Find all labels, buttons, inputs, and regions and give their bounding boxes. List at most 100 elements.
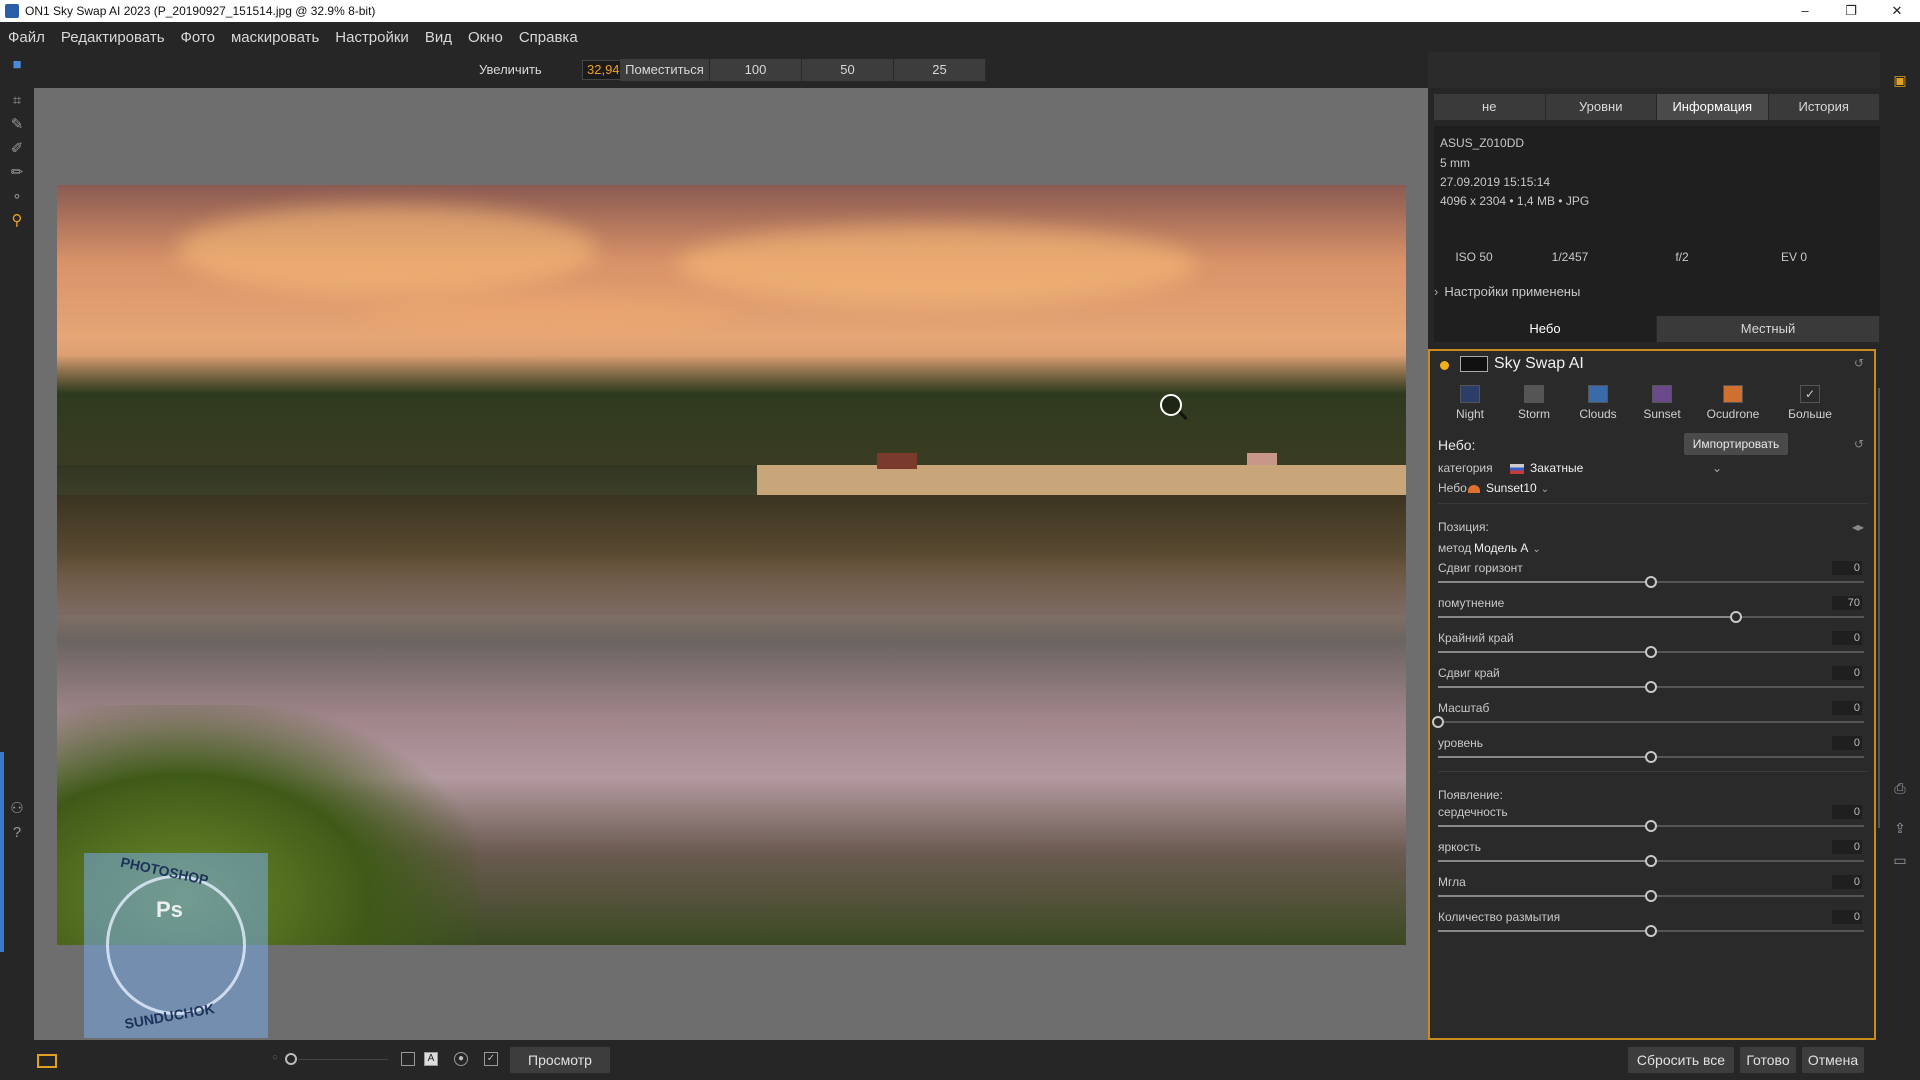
overlay-icon[interactable]: ● [454,1052,468,1066]
slider-value[interactable]: 0 [1832,561,1862,575]
small-brush-icon[interactable]: ○ [268,1052,282,1066]
slider-value[interactable]: 70 [1832,596,1862,610]
category-select[interactable]: Закатные [1510,461,1583,475]
minimize-button[interactable]: – [1782,0,1828,22]
position-slider-2[interactable]: Крайний край 0 [1438,631,1868,666]
zoom-100-button[interactable]: 100 [710,59,802,81]
help-icon[interactable]: ? [8,824,26,842]
slider-knob[interactable] [1645,855,1657,867]
retouch-tool-icon[interactable]: ∘ [8,188,26,206]
user-icon[interactable]: ⚇ [8,800,26,818]
close-button[interactable]: ✕ [1874,0,1920,22]
done-button[interactable]: Готово [1740,1047,1796,1073]
tab-history[interactable]: История [1768,94,1880,120]
zoom-tool-icon[interactable]: ⚲ [8,212,26,230]
position-slider-5[interactable]: уровень 0 [1438,736,1868,771]
mask-brush-icon[interactable]: ✐ [8,140,26,158]
slider-knob[interactable] [1730,611,1743,623]
slider-knob[interactable] [1645,646,1657,658]
appearance-slider-2[interactable]: Мгла 0 [1438,875,1868,910]
brush-size-knob[interactable] [285,1053,297,1065]
slider-track[interactable] [1438,751,1864,763]
preset-clouds[interactable]: Clouds [1568,385,1628,421]
menu-edit[interactable]: Редактировать [53,29,173,46]
tab-local[interactable]: Местный [1657,316,1880,342]
menu-help[interactable]: Справка [511,29,586,46]
applied-settings-toggle[interactable]: › Настройки применены [1434,284,1880,308]
slider-track[interactable] [1438,925,1864,937]
slider-knob[interactable] [1645,925,1657,937]
slider-track[interactable] [1438,820,1864,832]
module-enabled-icon[interactable] [1440,361,1449,370]
panel-toggle-icon[interactable]: ▭ [1890,852,1910,870]
preset-sunset[interactable]: Sunset [1632,385,1692,421]
export-icon[interactable]: ⇪ [1890,820,1910,838]
menu-mask[interactable]: маскировать [223,29,327,46]
menu-window[interactable]: Окно [460,29,511,46]
menu-file[interactable]: Файл [0,29,53,46]
reset-all-button[interactable]: Сбросить все [1628,1047,1734,1073]
tab-sky[interactable]: Небо [1434,316,1657,342]
cancel-button[interactable]: Отмена [1802,1047,1864,1073]
slider-value[interactable]: 0 [1832,666,1862,680]
method-select[interactable]: Модель А ⌄ [1474,541,1541,555]
reset-icon[interactable]: ↺ [1854,356,1864,370]
auto-mask-button[interactable]: A [424,1052,438,1066]
slider-track[interactable] [1438,681,1864,693]
crop-tool-icon[interactable]: ⌗ [8,92,26,110]
slider-track[interactable] [1438,611,1864,623]
refine-brush-icon[interactable]: ✏ [8,164,26,182]
slider-knob[interactable] [1645,890,1657,902]
position-slider-1[interactable]: помутнение 70 [1438,596,1868,631]
tab-levels[interactable]: Уровни [1545,94,1657,120]
appearance-slider-0[interactable]: сердечность 0 [1438,805,1868,840]
slider-track[interactable] [1438,890,1864,902]
slider-knob[interactable] [1645,820,1657,832]
preset-storm[interactable]: Storm [1504,385,1564,421]
slider-value[interactable]: 0 [1832,736,1862,750]
photo-preview[interactable] [57,185,1406,945]
import-button[interactable]: Импортировать [1684,433,1788,455]
check-mask-icon[interactable]: ✓ [484,1052,498,1066]
slider-track[interactable] [1438,576,1864,588]
print-icon[interactable]: ⎙ [1890,780,1910,798]
compare-frame-icon[interactable] [37,1054,57,1068]
position-slider-0[interactable]: Сдвиг горизонт 0 [1438,561,1868,596]
slider-track[interactable] [1432,716,1864,728]
sky-reset-icon[interactable]: ↺ [1854,437,1864,451]
slider-value[interactable]: 0 [1832,875,1862,889]
sky-select[interactable]: Sunset10 ⌄ [1468,481,1549,495]
mask-view-icon[interactable] [401,1052,415,1066]
slider-value[interactable]: 0 [1832,910,1862,924]
slider-value[interactable]: 0 [1832,805,1862,819]
slider-value[interactable]: 0 [1832,701,1862,715]
zoom-25-button[interactable]: 25 [894,59,986,81]
menu-photo[interactable]: Фото [173,29,223,46]
preset-more[interactable]: ✓ Больше [1780,385,1840,421]
maximize-button[interactable]: ❐ [1828,0,1874,22]
zoom-50-button[interactable]: 50 [802,59,894,81]
slider-track[interactable] [1438,855,1864,867]
slider-track[interactable] [1438,646,1864,658]
slider-knob[interactable] [1432,716,1444,728]
appearance-slider-1[interactable]: яркость 0 [1438,840,1868,875]
image-icon[interactable]: ▣ [1890,72,1910,90]
zoom-fit-button[interactable]: Поместиться [620,59,710,81]
menu-view[interactable]: Вид [417,29,460,46]
slider-value[interactable]: 0 [1832,631,1862,645]
brush-size-track[interactable] [298,1059,388,1060]
slider-knob[interactable] [1645,751,1657,763]
image-canvas[interactable]: PHOTOSHOP Ps SUNDUCHOK [34,88,1428,1040]
preset-ocudrone[interactable]: Ocudrone [1703,385,1763,421]
menu-settings[interactable]: Настройки [327,29,417,46]
preview-button[interactable]: Просмотр [510,1047,610,1073]
slider-value[interactable]: 0 [1832,840,1862,854]
position-slider-3[interactable]: Сдвиг край 0 [1438,666,1868,701]
appearance-slider-3[interactable]: Количество размытия 0 [1438,910,1868,945]
tab-info[interactable]: Информация [1657,94,1769,120]
brush-tool-icon[interactable]: ✎ [8,116,26,134]
slider-knob[interactable] [1645,681,1657,693]
flip-icon[interactable]: ◂▸ [1852,520,1864,534]
category-dropdown-icon[interactable]: ⌄ [1712,461,1722,475]
tab-none[interactable]: не [1434,94,1546,120]
